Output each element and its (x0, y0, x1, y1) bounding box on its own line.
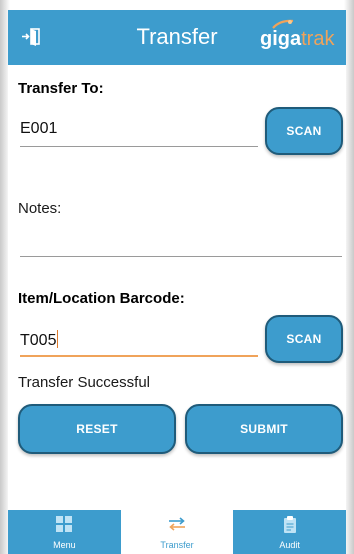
notes-input[interactable] (20, 232, 340, 256)
text-cursor (57, 330, 59, 348)
transfer-to-label: Transfer To: (18, 80, 104, 97)
nav-item-label: Transfer (160, 540, 194, 550)
nav-item-audit[interactable]: Audit (233, 510, 346, 554)
app-screen: Transfer gigatrak Transfer To: E001 SCAN… (8, 10, 346, 554)
nav-item-transfer[interactable]: Transfer (120, 510, 234, 554)
submit-button[interactable]: SUBMIT (185, 404, 343, 454)
transfer-to-underline (20, 146, 258, 147)
logo-swoosh-icon (272, 19, 294, 29)
notes-label: Notes: (18, 200, 62, 217)
nav-item-label: Menu (53, 540, 76, 550)
nav-item-menu[interactable]: Menu (8, 510, 121, 554)
barcode-input[interactable]: T005 (20, 330, 59, 350)
notes-underline (20, 256, 342, 257)
barcode-label: Item/Location Barcode: (18, 290, 185, 307)
transfer-to-input[interactable]: E001 (20, 120, 57, 138)
status-message: Transfer Successful (18, 374, 150, 391)
barcode-value: T005 (20, 332, 57, 349)
barcode-underline (20, 355, 258, 357)
scan-barcode-button[interactable]: SCAN (265, 315, 343, 363)
scan-transfer-to-button[interactable]: SCAN (265, 107, 343, 155)
clipboard-icon (283, 516, 297, 536)
nav-item-label: Audit (279, 540, 300, 550)
bottom-nav: Menu Transfer Audit (8, 510, 346, 554)
gigatrak-logo: gigatrak (260, 19, 338, 52)
reset-button[interactable]: RESET (18, 404, 176, 454)
app-header: Transfer gigatrak (8, 10, 346, 65)
transfer-arrows-icon (167, 516, 187, 534)
grid-icon (56, 516, 73, 534)
